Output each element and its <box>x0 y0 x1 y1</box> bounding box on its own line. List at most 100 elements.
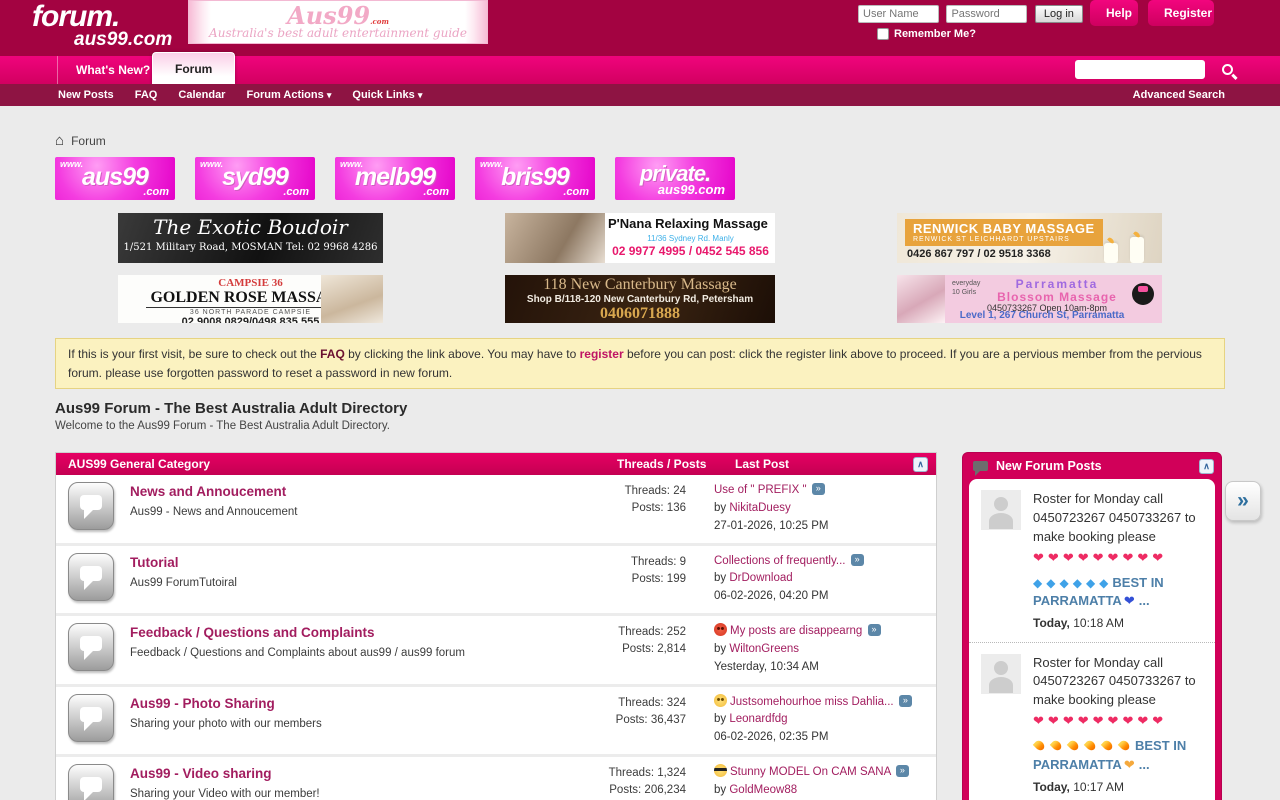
forum-stats: Threads: 324 Posts: 36,437 <box>584 694 714 747</box>
help-button[interactable]: Help <box>1090 0 1138 26</box>
candle-decoration <box>1104 243 1118 263</box>
register-button[interactable]: Register <box>1148 0 1214 26</box>
nav-faq[interactable]: FAQ <box>135 89 158 101</box>
banner-bris99[interactable]: www. bris99 .com <box>475 157 595 200</box>
banner-dotcom: .com <box>370 17 389 26</box>
sidebar-expand-button[interactable]: » <box>1225 481 1261 521</box>
category-header: AUS99 General Category Threads / Posts L… <box>56 453 936 475</box>
home-icon[interactable]: ⌂ <box>55 132 64 149</box>
last-post-link[interactable]: My posts are disappearng <box>730 625 862 637</box>
breadcrumb-forum-link[interactable]: Forum <box>71 134 106 148</box>
forum-description: Aus99 - News and Annoucement <box>130 506 584 518</box>
go-to-last-post-icon[interactable]: » <box>868 624 881 636</box>
ad-exotic-boudoir[interactable]: The Exotic Boudoir 1/521 Military Road, … <box>118 213 383 263</box>
banner-private-aus99[interactable]: private. aus99.com <box>615 157 735 200</box>
flame-icon <box>1067 738 1080 751</box>
ad-golden-rose-massage[interactable]: CAMPSIE 36 GOLDEN ROSE MASSAGE 36 NORTH … <box>118 275 383 323</box>
diamond-icon: ◆ <box>1033 575 1042 592</box>
search-button[interactable] <box>1214 58 1240 82</box>
forum-row-photo-sharing: Aus99 - Photo Sharing Sharing your photo… <box>56 687 936 757</box>
register-link[interactable]: register <box>580 347 624 361</box>
first-visit-notice: If this is your first visit, be sure to … <box>55 338 1225 389</box>
collapse-button[interactable]: ∧ <box>1199 459 1214 474</box>
login-button[interactable]: Log in <box>1035 5 1083 23</box>
remember-me-checkbox[interactable] <box>877 28 889 40</box>
breadcrumb: ⌂ Forum <box>55 132 1225 149</box>
diamond-icon: ◆ <box>1086 575 1095 592</box>
search-icon <box>1222 64 1233 75</box>
nav-quick-links[interactable]: Quick Links ▾ <box>352 89 422 101</box>
site-logo[interactable]: forum. aus99.com <box>32 2 172 49</box>
remember-me[interactable]: Remember Me? <box>877 28 976 40</box>
forum-description: Feedback / Questions and Complaints abou… <box>130 647 584 659</box>
post-timestamp: Today, 10:18 AM <box>1033 615 1205 632</box>
last-post-user[interactable]: NikitaDuesy <box>729 502 790 514</box>
heart-icon: ❤ <box>1124 592 1135 611</box>
heart-icon: ❤ <box>1078 549 1089 568</box>
col-last-post: Last Post <box>735 457 913 471</box>
ad-blossom-massage[interactable]: everyday 10 Girls Parramatta Blossom Mas… <box>897 275 1162 323</box>
forum-link[interactable]: Aus99 - Video sharing <box>130 766 272 781</box>
nav-forum-actions[interactable]: Forum Actions ▾ <box>247 89 332 101</box>
chevron-down-icon: ▾ <box>327 90 332 100</box>
header-banner-ad[interactable]: Aus99.com Australia's best adult enterta… <box>188 0 488 44</box>
nav-calendar[interactable]: Calendar <box>178 89 225 101</box>
go-to-last-post-icon[interactable]: » <box>812 483 825 495</box>
avatar <box>981 654 1021 694</box>
last-post-link[interactable]: Justsomehourhoe miss Dahlia... <box>730 696 894 708</box>
sidebar-post: Roster for Monday call 0450723267 045073… <box>969 479 1215 642</box>
last-post-cell: Collections of frequently... » by DrDown… <box>714 553 926 606</box>
candle-decoration <box>1130 237 1144 263</box>
username-input[interactable] <box>858 5 939 23</box>
sidebar-post-link[interactable]: Roster for Monday call 0450723267 045073… <box>1033 491 1196 544</box>
ad-photo <box>505 213 605 263</box>
last-post-user[interactable]: WiltonGreens <box>729 643 799 655</box>
smiley-face-icon <box>714 694 727 707</box>
last-post-link[interactable]: Use of " PREFIX " <box>714 484 807 496</box>
advanced-search-link[interactable]: Advanced Search <box>1133 84 1225 106</box>
last-post-date: 27-01-2026, 10:25 PM <box>714 518 926 536</box>
logo-line1: forum. <box>32 2 172 32</box>
last-post-user[interactable]: GoldMeow88 <box>729 784 797 796</box>
forum-bubble-icon <box>68 694 114 742</box>
ad-pnana-massage[interactable]: P'Nana Relaxing Massage 11/36 Sydney Rd.… <box>505 213 775 263</box>
search-input[interactable] <box>1075 60 1205 79</box>
heart-icon: ❤ <box>1137 549 1148 568</box>
banner-melb99[interactable]: www. melb99 .com <box>335 157 455 200</box>
new-forum-posts-widget: New Forum Posts ∧ Roster for Monday call… <box>962 452 1222 800</box>
sidebar-post-link[interactable]: Roster for Monday call 0450723267 045073… <box>1033 655 1196 708</box>
tab-forum[interactable]: Forum <box>152 52 235 84</box>
forum-description: Sharing your photo with our members <box>130 718 584 730</box>
collapse-button[interactable]: ∧ <box>913 457 928 472</box>
forum-bubble-icon <box>68 623 114 671</box>
forum-stats: Threads: 1,324 Posts: 206,234 <box>584 764 714 800</box>
forum-stats: Threads: 9 Posts: 199 <box>584 553 714 606</box>
faq-link[interactable]: FAQ <box>320 347 345 361</box>
go-to-last-post-icon[interactable]: » <box>851 554 864 566</box>
last-post-date: 06-02-2026, 04:20 PM <box>714 588 926 606</box>
heart-icon: ❤ <box>1124 756 1135 775</box>
forum-bubble-icon <box>68 553 114 601</box>
ad-renwick-baby-massage[interactable]: RENWICK BABY MASSAGE RENWICK ST LEICHHAR… <box>897 213 1162 263</box>
forum-link[interactable]: Feedback / Questions and Complaints <box>130 625 375 640</box>
category-title: AUS99 General Category <box>68 457 617 471</box>
go-to-last-post-icon[interactable]: » <box>896 765 909 777</box>
last-post-link[interactable]: Collections of frequently... <box>714 555 845 567</box>
banner-syd99[interactable]: www. syd99 .com <box>195 157 315 200</box>
last-post-user[interactable]: DrDownload <box>729 572 792 584</box>
forum-link[interactable]: Aus99 - Photo Sharing <box>130 696 275 711</box>
nav-new-posts[interactable]: New Posts <box>58 89 114 101</box>
banner-aus99[interactable]: www. aus99 .com <box>55 157 175 200</box>
go-to-last-post-icon[interactable]: » <box>899 695 912 707</box>
last-post-user[interactable]: Leonardfdg <box>729 713 787 725</box>
last-post-link[interactable]: Stunny MODEL On CAM SANA <box>730 766 891 778</box>
ad-118-new-canterbury-massage[interactable]: 118 New Canterbury Massage Shop B/118-12… <box>505 275 775 323</box>
avatar <box>981 490 1021 530</box>
password-input[interactable] <box>946 5 1027 23</box>
forum-link[interactable]: Tutorial <box>130 555 179 570</box>
forum-stats: Threads: 24 Posts: 136 <box>584 482 714 535</box>
forum-link[interactable]: News and Annoucement <box>130 484 286 499</box>
forum-bubble-icon <box>68 482 114 530</box>
heart-icon: ❤ <box>1048 549 1059 568</box>
speech-bubble-icon <box>973 461 988 471</box>
